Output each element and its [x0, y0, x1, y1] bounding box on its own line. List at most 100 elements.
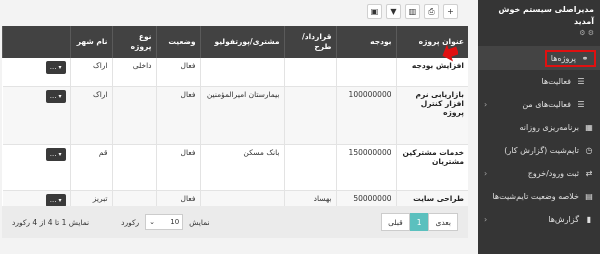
- sidebar-item-reports[interactable]: ▮ گزارش‌ها ‹: [478, 208, 600, 231]
- projects-icon: ⚭: [581, 54, 589, 63]
- row-actions-button[interactable]: ▾...: [45, 193, 66, 207]
- caret-down-icon: ▾: [58, 92, 62, 100]
- row-budget: 150000000: [335, 144, 396, 191]
- sidebar-item-label: فعالیت‌ها: [541, 77, 571, 86]
- row-status: فعال: [155, 144, 200, 191]
- sidebar-item-timesheet[interactable]: ◷ تایم‌شیت (گزارش کار): [478, 139, 600, 162]
- next-page-button[interactable]: بعدی: [428, 213, 458, 231]
- row-actions-label: ...: [49, 195, 57, 204]
- row-title: خدمات مشترکین مشتریان: [395, 144, 468, 191]
- table-footer: بعدی 1 قبلی نمایش ⌄ 10 رکورد نمایش 1 تا …: [2, 206, 468, 238]
- row-contract: [283, 86, 336, 145]
- table-header-row: عنوان پروژه بودجه قرارداد/طرح مشتری/پورت…: [2, 26, 468, 58]
- row-type: [111, 86, 156, 145]
- col-header-budget[interactable]: بودجه: [335, 26, 396, 58]
- records-label: رکورد: [121, 217, 140, 227]
- show-label: نمایش: [189, 217, 210, 227]
- col-header-city[interactable]: نام شهر: [69, 26, 112, 58]
- row-actions-label: ...: [49, 149, 57, 158]
- export-icon: ⎙: [428, 6, 435, 16]
- welcome-text: مدیراصلی سیستم خوش آمدید: [498, 5, 594, 26]
- caret-down-icon: ▾: [58, 150, 62, 158]
- daily-planning-icon: ▦: [585, 123, 593, 132]
- sidebar-item-check-in-out[interactable]: ⇄ ثبت ورود/خروج ‹: [478, 162, 600, 185]
- sidebar: مدیراصلی سیستم خوش آمدید ⚙ ⚙ ⚭ پروژه‌ها ☰ ف…: [478, 0, 600, 254]
- sidebar-item-activities[interactable]: ☰ فعالیت‌ها: [478, 70, 600, 93]
- add-button[interactable]: +: [443, 4, 458, 19]
- row-status: فعال: [155, 86, 200, 145]
- main-content: + ⎙ ▥ ▼ ▣ عنوان پروژه بودجه قرارداد/طرح مشتر…: [0, 0, 478, 254]
- records-summary: نمایش 1 تا 4 از 4 رکورد: [12, 217, 90, 227]
- page-size-value: 10: [170, 218, 180, 226]
- sidebar-item-timesheet-summary[interactable]: ▤ خلاصه وضعیت تایم‌شیت‌ها: [478, 185, 600, 208]
- sidebar-item-label: برنامه‌ریزی روزانه: [519, 123, 579, 132]
- sidebar-item-daily-planning[interactable]: ▦ برنامه‌ریزی روزانه: [478, 116, 600, 139]
- current-page-button[interactable]: 1: [409, 213, 429, 231]
- user-panel: مدیراصلی سیستم خوش آمدید ⚙ ⚙: [478, 0, 600, 46]
- caret-down-icon: ▾: [58, 196, 62, 204]
- export-button[interactable]: ⎙: [424, 4, 439, 19]
- col-header-type[interactable]: نوع پروژه: [111, 26, 156, 58]
- row-type: [111, 144, 156, 191]
- row-contract: [283, 144, 336, 191]
- row-actions-label: ...: [49, 91, 57, 100]
- row-customer: [199, 58, 284, 87]
- columns-button[interactable]: ▥: [405, 4, 420, 19]
- chevron-left-icon: ‹: [484, 169, 488, 178]
- user-settings-icon[interactable]: ⚙ ⚙: [484, 29, 594, 37]
- row-title: افزایش بودجه: [395, 58, 468, 87]
- highlight-box: ⚭ پروژه‌ها: [544, 50, 596, 67]
- row-city: اراک: [69, 86, 112, 145]
- records-info: نمایش ⌄ 10 رکورد نمایش 1 تا 4 از 4 رکورد: [12, 214, 210, 230]
- activities-icon: ☰: [577, 77, 585, 86]
- sidebar-item-projects[interactable]: ⚭ پروژه‌ها: [478, 47, 600, 70]
- red-arrow-annotation: [442, 44, 458, 62]
- row-actions-cell: ▾...: [2, 58, 70, 87]
- save-icon: ▣: [370, 7, 379, 16]
- row-city: اراک: [69, 58, 112, 87]
- row-budget: 100000000: [335, 86, 396, 145]
- row-type: داخلی: [111, 58, 156, 87]
- timesheet-summary-icon: ▤: [585, 192, 593, 201]
- row-actions-button[interactable]: ▾...: [45, 89, 66, 103]
- sidebar-item-label: گزارش‌ها: [548, 215, 579, 224]
- table-row[interactable]: بازاریابی نرم افزار کنترل پروژه 100000000…: [2, 86, 468, 145]
- row-status: فعال: [155, 58, 200, 87]
- columns-icon: ▥: [408, 7, 417, 16]
- prev-page-button[interactable]: قبلی: [381, 213, 410, 231]
- chevron-left-icon: ‹: [484, 215, 488, 224]
- row-title: بازاریابی نرم افزار کنترل پروژه: [395, 86, 468, 145]
- chevron-left-icon: ‹: [484, 100, 488, 109]
- sidebar-item-label: خلاصه وضعیت تایم‌شیت‌ها: [492, 192, 579, 201]
- col-header-customer[interactable]: مشتری/پورتفولیو: [199, 26, 284, 58]
- sidebar-item-label: تایم‌شیت (گزارش کار): [504, 146, 579, 155]
- col-header-actions: [2, 26, 70, 58]
- row-actions-label: ...: [49, 63, 57, 71]
- row-actions-button[interactable]: ▾...: [45, 61, 66, 74]
- check-in-out-icon: ⇄: [585, 169, 593, 178]
- timesheet-icon: ◷: [585, 146, 593, 155]
- toolbar: + ⎙ ▥ ▼ ▣: [367, 4, 458, 19]
- row-city: قم: [69, 144, 112, 191]
- page-size-select[interactable]: ⌄ 10: [145, 214, 184, 230]
- row-customer: بانک مسکن: [199, 144, 284, 191]
- save-button[interactable]: ▣: [367, 4, 382, 19]
- pagination: بعدی 1 قبلی: [381, 213, 458, 231]
- chevron-down-icon: ⌄: [149, 218, 156, 226]
- col-header-contract[interactable]: قرارداد/طرح: [283, 26, 336, 58]
- row-customer: بیمارستان امیرالمؤمنین: [199, 86, 284, 145]
- reports-icon: ▮: [586, 215, 592, 224]
- projects-table: عنوان پروژه بودجه قرارداد/طرح مشتری/پورت…: [2, 26, 468, 229]
- table-row[interactable]: خدمات مشترکین مشتریان 150000000 بانک مسکن ف…: [2, 144, 468, 191]
- sidebar-item-my-activities[interactable]: ☰ فعالیت‌های من ‹: [478, 93, 600, 116]
- filter-button[interactable]: ▼: [386, 4, 401, 19]
- sidebar-item-label: فعالیت‌های من: [522, 100, 571, 109]
- filter-icon: ▼: [390, 7, 397, 16]
- row-actions-button[interactable]: ▾...: [45, 147, 66, 161]
- row-budget: [335, 58, 396, 87]
- row-contract: [283, 58, 336, 87]
- my-activities-icon: ☰: [577, 100, 585, 109]
- table-row[interactable]: افزایش بودجه فعال داخلی اراک ▾...: [2, 58, 468, 87]
- caret-down-icon: ▾: [58, 64, 62, 71]
- col-header-status[interactable]: وضعیت: [155, 26, 200, 58]
